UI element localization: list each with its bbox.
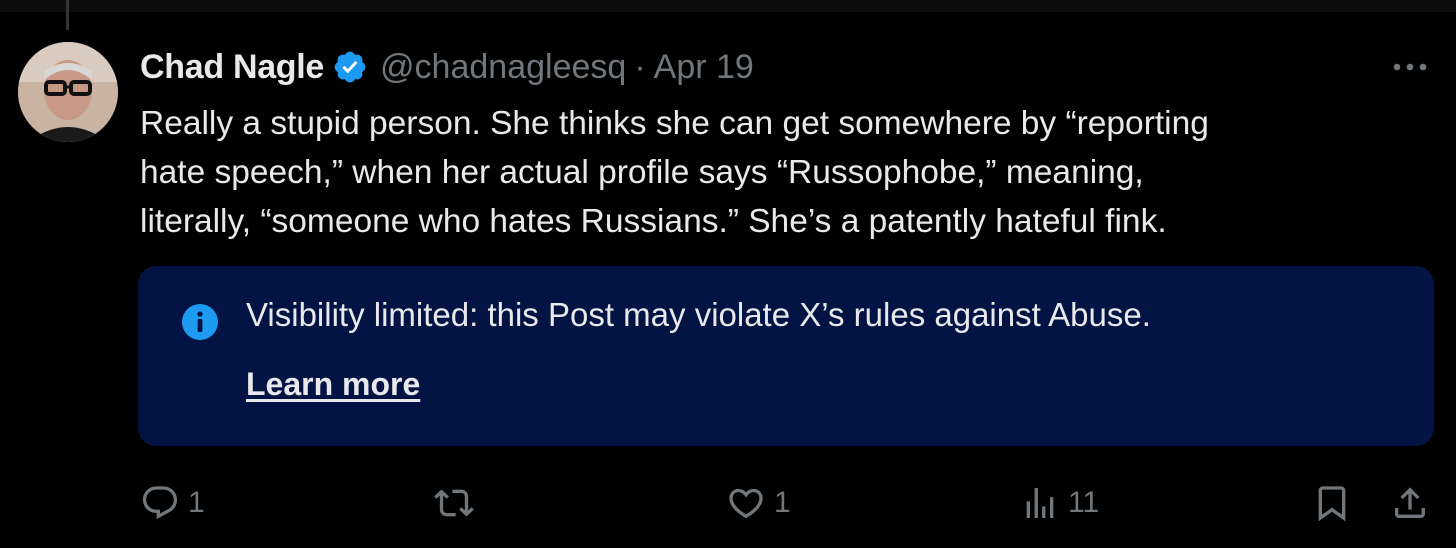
like-count: 1 [774,486,791,519]
tweet-text-line: literally, “someone who hates Russians.”… [140,203,1167,240]
verified-badge-icon [332,49,368,85]
avatar[interactable] [18,42,118,142]
share-icon [1395,487,1425,518]
author-handle[interactable]: @chadnagleesq [380,48,626,87]
views-icon [1026,488,1054,518]
visibility-notice: Visibility limited: this Post may violat… [138,266,1434,446]
like-button[interactable]: 1 [726,468,791,538]
author-name[interactable]: Chad Nagle [140,48,324,87]
tweet-text: Really a stupid person. She thinks she c… [140,99,1410,246]
tweet-date[interactable]: Apr 19 [654,48,754,87]
separator-dot: · [634,47,646,86]
tweet-text-line: hate speech,” when her actual profile sa… [140,154,1144,191]
more-icon[interactable] [1390,52,1430,82]
reply-icon [142,486,178,520]
share-button[interactable] [1390,468,1430,538]
thread-line [66,0,69,30]
top-bar [0,0,1456,12]
repost-button[interactable] [432,468,484,538]
info-icon [182,304,218,340]
reply-count: 1 [188,486,205,519]
like-icon [729,488,763,519]
bookmark-icon [1318,486,1346,522]
learn-more-link[interactable]: Learn more [246,366,420,403]
views-button[interactable]: 11 [1020,468,1099,538]
reply-button[interactable]: 1 [140,468,205,538]
notice-message: Visibility limited: this Post may violat… [246,296,1151,333]
tweet-header: Chad Nagle @chadnagleesq · Apr 19 [140,44,754,90]
bookmark-button[interactable] [1312,468,1352,538]
repost-icon [434,489,474,517]
tweet-text-line: Really a stupid person. She thinks she c… [140,105,1209,142]
views-count: 11 [1068,486,1100,519]
action-bar: 1 1 11 [0,468,1456,538]
